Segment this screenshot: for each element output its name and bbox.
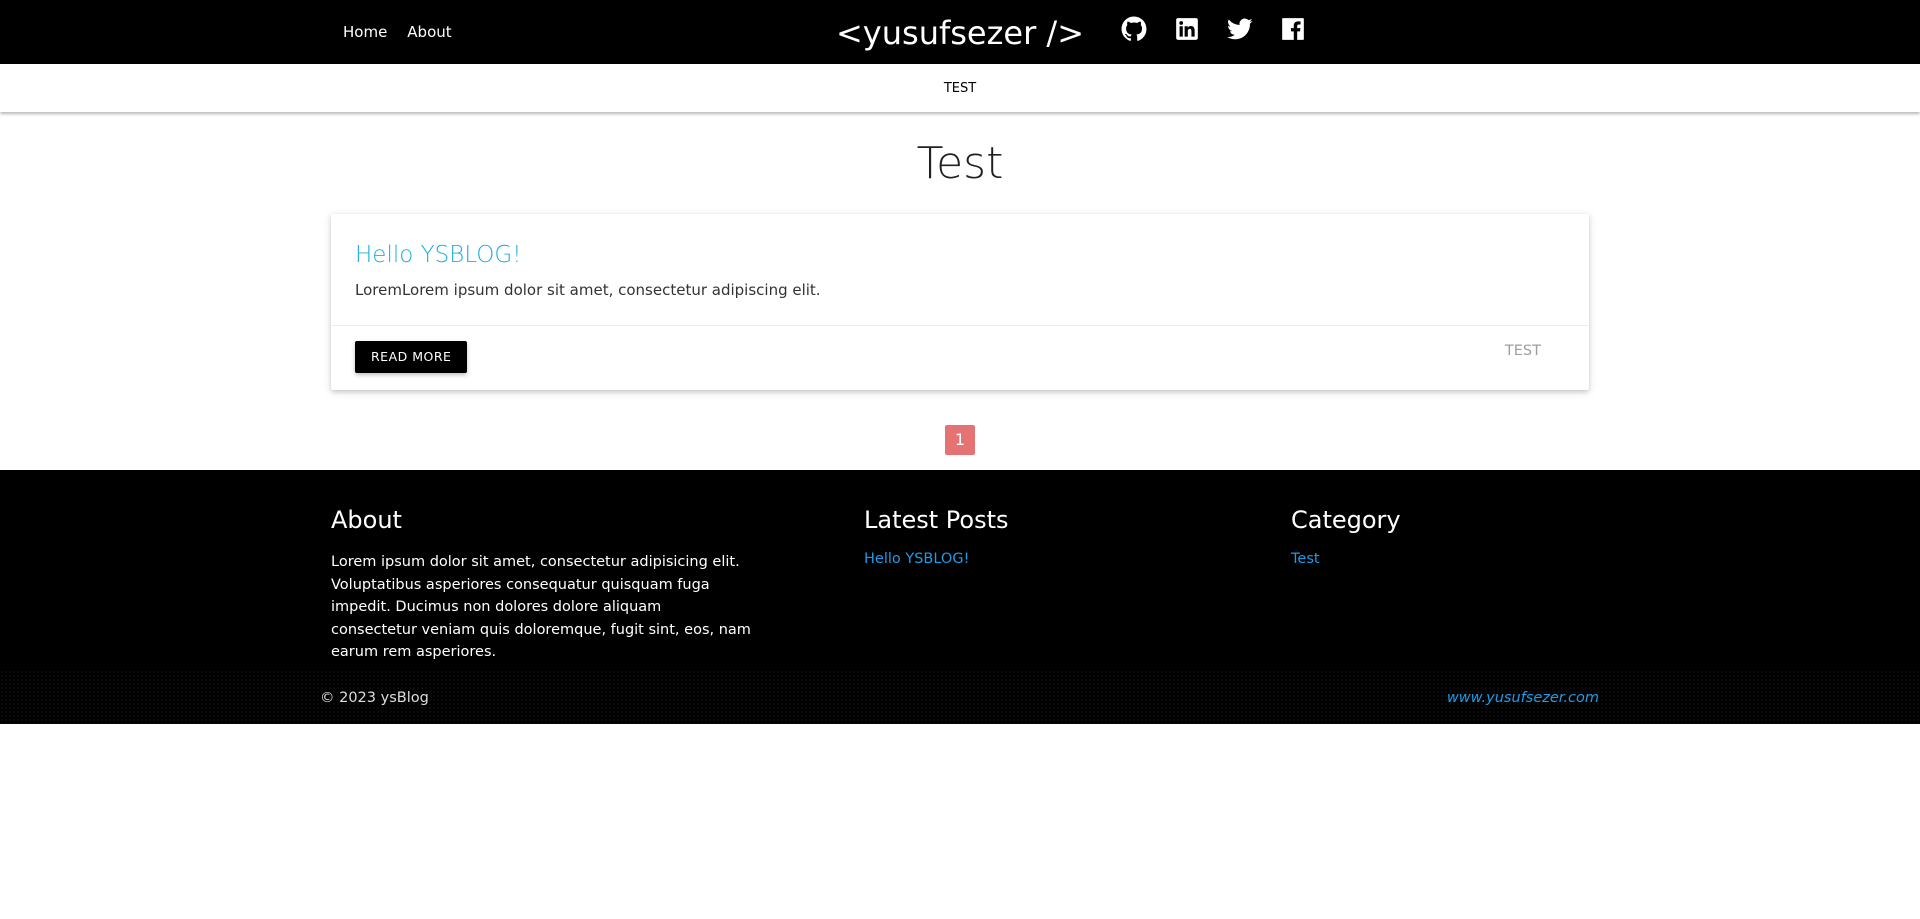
category-subnav: TEST [0,64,1920,112]
top-navbar: Home About <yusufsezer /> [0,0,1920,64]
post-card: Hello YSBLOG! LoremLorem ipsum dolor sit… [331,214,1589,390]
footer-category: Category Test [1291,506,1401,567]
pagination-page-1[interactable]: 1 [945,425,975,455]
twitter-icon[interactable] [1227,16,1253,42]
github-icon[interactable] [1121,16,1147,42]
footer: About Lorem ipsum dolor sit amet, consec… [0,470,1920,724]
nav-link-home[interactable]: Home [333,0,397,64]
website-link[interactable]: www.yusufsezer.com [1447,690,1599,706]
footer-category-heading: Category [1291,506,1401,534]
footer-category-link[interactable]: Test [1291,551,1401,567]
page-title: Test [916,138,1004,189]
post-title-link[interactable]: Hello YSBLOG! [355,242,521,268]
footer-latest-posts: Latest Posts Hello YSBLOG! [864,506,1009,567]
footer-post-link[interactable]: Hello YSBLOG! [864,551,1009,567]
subnav-category-link[interactable]: TEST [944,81,976,96]
footer-about-heading: About [331,506,402,534]
footer-latest-posts-heading: Latest Posts [864,506,1009,534]
nav-link-about[interactable]: About [397,0,461,64]
facebook-icon[interactable] [1280,16,1306,42]
post-card-actions: READ MORE TEST [331,325,1589,390]
post-excerpt: LoremLorem ipsum dolor sit amet, consect… [355,281,821,299]
social-links [1121,16,1306,42]
copyright-text: © 2023 ysBlog [320,690,429,706]
read-more-button[interactable]: READ MORE [355,341,468,373]
linkedin-icon[interactable] [1174,16,1200,42]
footer-copyright-bar: © 2023 ysBlog www.yusufsezer.com [0,670,1920,724]
footer-about: About Lorem ipsum dolor sit amet, consec… [331,506,751,664]
post-tag-link[interactable]: TEST [1505,343,1541,359]
footer-about-text: Lorem ipsum dolor sit amet, consectetur … [331,554,751,660]
brand-logo[interactable]: <yusufsezer /> [836,14,1084,52]
brand-container: <yusufsezer /> [0,0,1920,64]
nav-links: Home About [333,0,462,64]
